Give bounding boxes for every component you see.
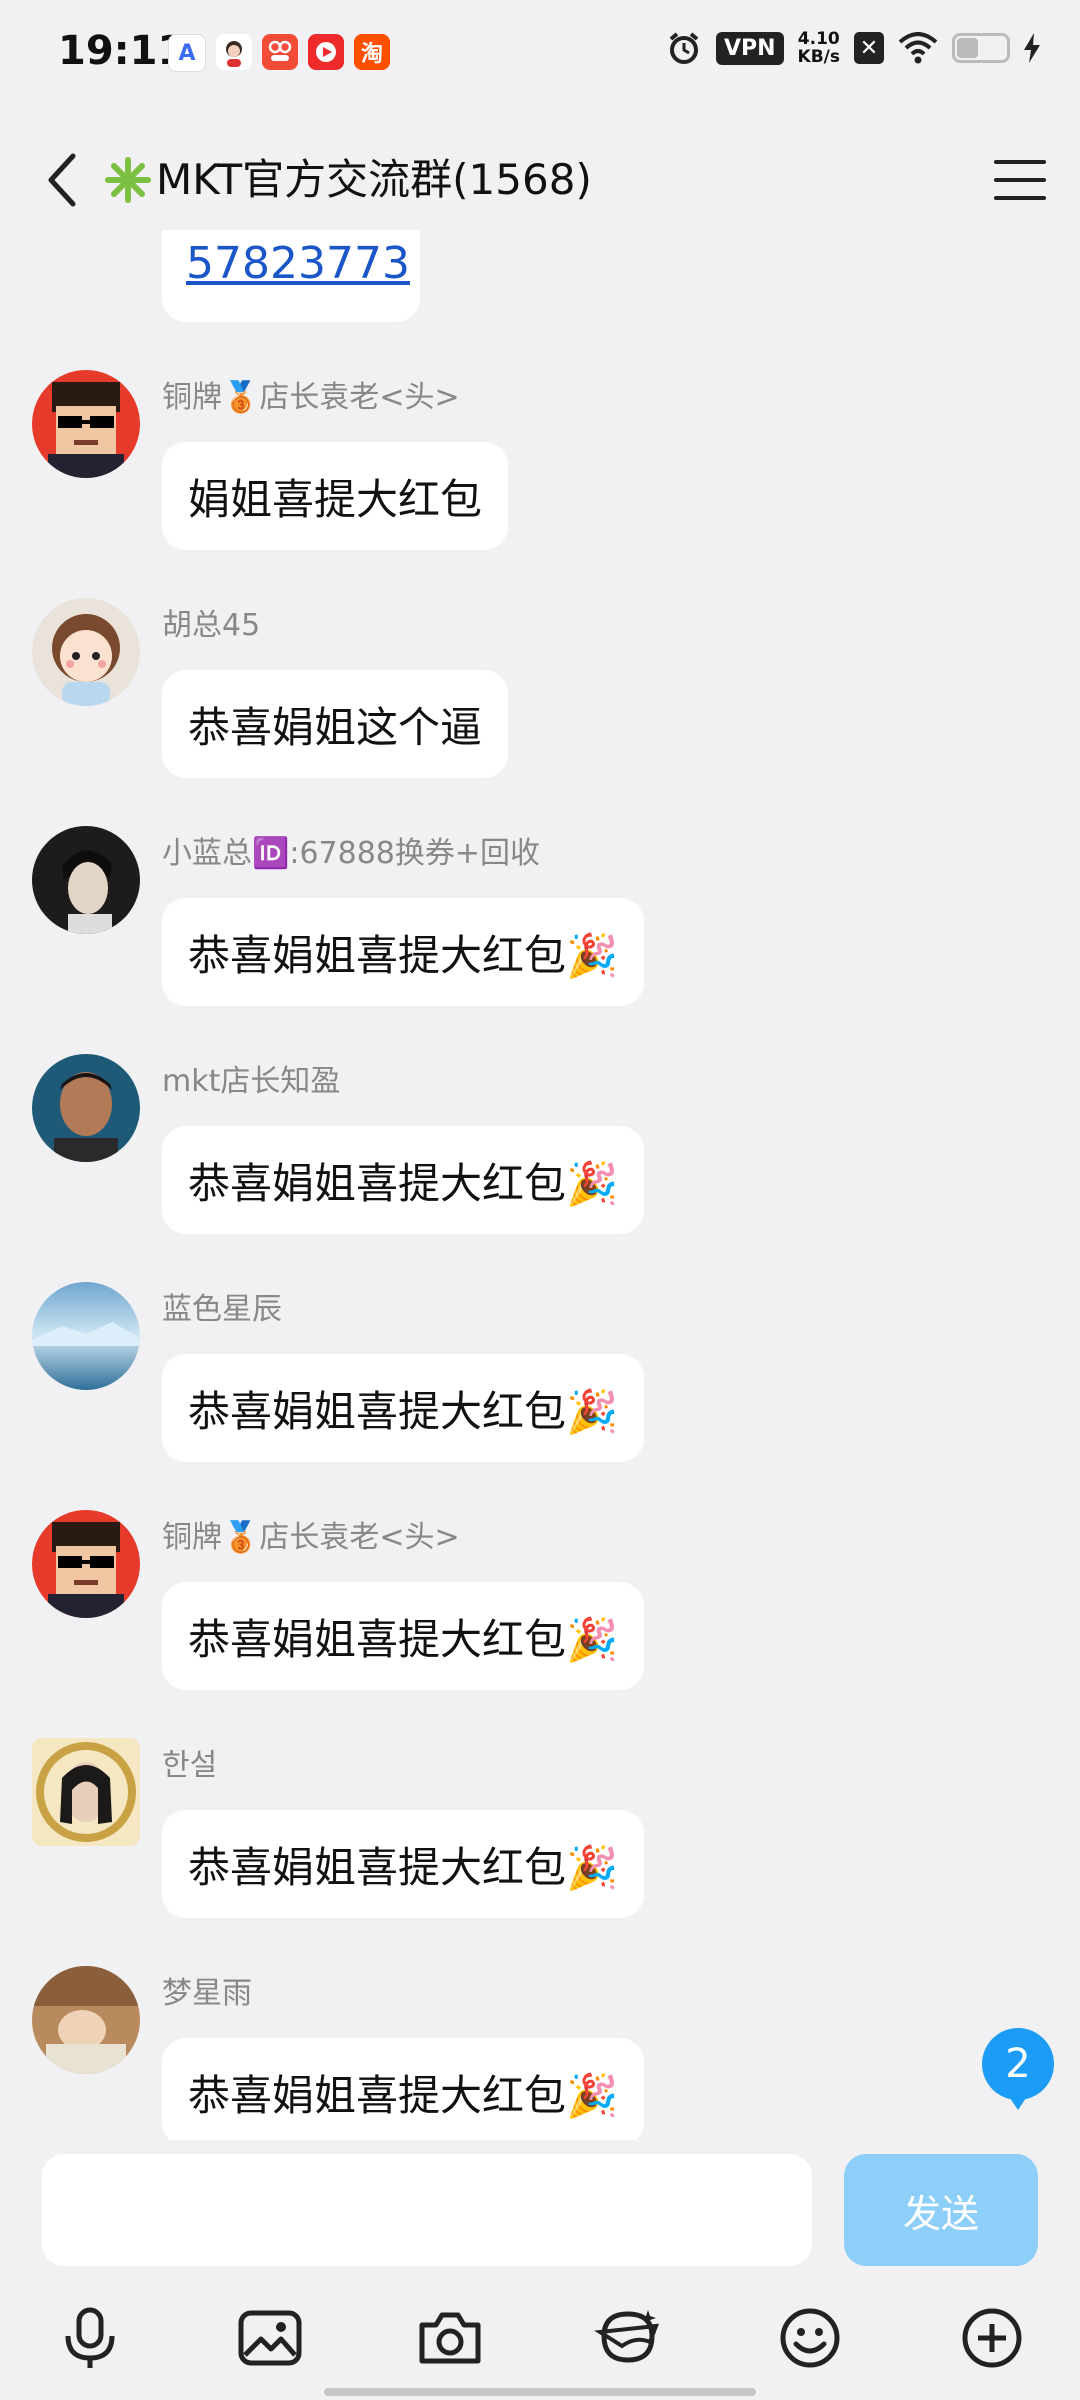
back-button[interactable] [32, 150, 92, 210]
camera-icon [419, 2312, 481, 2364]
group-title: MKT官方交流群(1568) [104, 152, 592, 208]
image-icon [238, 2310, 302, 2366]
chat-toolbar [0, 2270, 1080, 2400]
sticker-icon [594, 2310, 660, 2363]
woman-gold-frame-avatar[interactable] [32, 1738, 140, 1846]
list-item: 한설 恭喜娟姐喜提大红包🎉 [0, 1738, 1080, 1966]
sender-name: 小蓝总🆔:67888换券+回收 [162, 836, 541, 871]
list-item: mkt店长知盈 恭喜娟姐喜提大红包🎉 [0, 1054, 1080, 1282]
page-title: MKT官方交流群(1568) [156, 155, 592, 204]
microphone-icon [65, 2307, 115, 2368]
chat-header: MKT官方交流群(1568) [0, 110, 1080, 250]
list-item: 铜牌🥉店长袁老<头> 恭喜娟姐喜提大红包🎉 [0, 1510, 1080, 1738]
message-bubble[interactable]: 恭喜娟姐喜提大红包🎉 [162, 1354, 645, 1462]
list-item: 梦星雨 恭喜娟姐喜提大红包🎉 [0, 1966, 1080, 2140]
status-indicators: VPN 4.10 KB/s ✕ [666, 30, 1040, 66]
sticker-button[interactable] [588, 2298, 668, 2378]
sender-name: 蓝色星辰 [162, 1292, 282, 1327]
blue-landscape-avatar[interactable] [32, 1282, 140, 1390]
message-bubble[interactable]: 恭喜娟姐喜提大红包🎉 [162, 1126, 645, 1234]
avatar-app-icon [216, 34, 252, 70]
sender-name: 胡总45 [162, 608, 261, 643]
no-sim-icon: ✕ [854, 32, 884, 64]
pixel-sunglasses-avatar[interactable] [32, 1510, 140, 1618]
unread-count-badge[interactable]: 2 [982, 2028, 1054, 2110]
list-item: 铜牌🥉店长袁老<头> 娟姐喜提大红包 [0, 370, 1080, 598]
microphone-button[interactable] [50, 2298, 130, 2378]
charging-icon [1024, 33, 1040, 63]
sender-name: 铜牌🥉店长袁老<头> [162, 380, 460, 415]
battery-icon [952, 33, 1010, 63]
image-button[interactable] [230, 2298, 310, 2378]
status-bar: 19:11 A 淘 VPN 4.10 KB/s ✕ [0, 0, 1080, 110]
plus-icon [962, 2308, 1022, 2368]
chat-messages[interactable]: 57823773 铜牌🥉店长袁老<头> 娟姐喜提大红包 胡总45 恭喜娟姐这个逼… [0, 230, 1080, 2140]
list-item: 胡总45 恭喜娟姐这个逼 [0, 598, 1080, 826]
green-star-icon [105, 157, 151, 203]
baby-photo-avatar[interactable] [32, 1966, 140, 2074]
menu-button[interactable] [988, 152, 1052, 208]
message-bubble[interactable]: 57823773 [162, 230, 420, 322]
message-input[interactable] [42, 2154, 812, 2266]
message-bubble[interactable]: 恭喜娟姐喜提大红包🎉 [162, 2038, 645, 2140]
emoji-button[interactable] [770, 2298, 850, 2378]
message-link[interactable]: 57823773 [186, 238, 410, 289]
message-bubble[interactable]: 恭喜娟姐喜提大红包🎉 [162, 1810, 645, 1918]
man-photo-avatar[interactable] [32, 1054, 140, 1162]
status-time: 19:11 [58, 28, 186, 74]
vpn-badge: VPN [715, 31, 784, 65]
cartoon-girl-avatar[interactable] [32, 598, 140, 706]
a-app-icon: A [168, 34, 206, 72]
video-app-icon [308, 34, 344, 70]
message-bubble[interactable]: 恭喜娟姐这个逼 [162, 670, 509, 778]
input-bar: 发送 [0, 2140, 1080, 2270]
sender-name: 한설 [162, 1748, 218, 1783]
emoji-icon [780, 2308, 840, 2368]
pixel-sunglasses-avatar[interactable] [32, 370, 140, 478]
battery-level [957, 38, 978, 58]
sender-name: 梦星雨 [162, 1976, 252, 2011]
wifi-icon [898, 32, 938, 64]
sender-name: 铜牌🥉店长袁老<头> [162, 1520, 460, 1555]
list-item: 蓝色星辰 恭喜娟姐喜提大红包🎉 [0, 1282, 1080, 1510]
status-app-icons: A 淘 [168, 34, 390, 72]
message-bubble[interactable]: 恭喜娟姐喜提大红包🎉 [162, 898, 645, 1006]
network-speed: 4.10 KB/s [797, 29, 840, 67]
pinduoduo-icon [262, 34, 298, 70]
chevron-left-icon [48, 153, 76, 207]
sender-name: mkt店长知盈 [162, 1064, 341, 1099]
message-bubble[interactable]: 娟姐喜提大红包 [162, 442, 509, 550]
message-bubble[interactable]: 恭喜娟姐喜提大红包🎉 [162, 1582, 645, 1690]
send-button[interactable]: 发送 [844, 2154, 1038, 2266]
home-indicator[interactable] [324, 2388, 756, 2396]
camera-button[interactable] [410, 2298, 490, 2378]
man-portrait-avatar[interactable] [32, 826, 140, 934]
taobao-icon: 淘 [354, 34, 390, 70]
plus-button[interactable] [952, 2298, 1032, 2378]
list-item: 小蓝总🆔:67888换券+回收 恭喜娟姐喜提大红包🎉 [0, 826, 1080, 1054]
alarm-icon [669, 32, 699, 64]
